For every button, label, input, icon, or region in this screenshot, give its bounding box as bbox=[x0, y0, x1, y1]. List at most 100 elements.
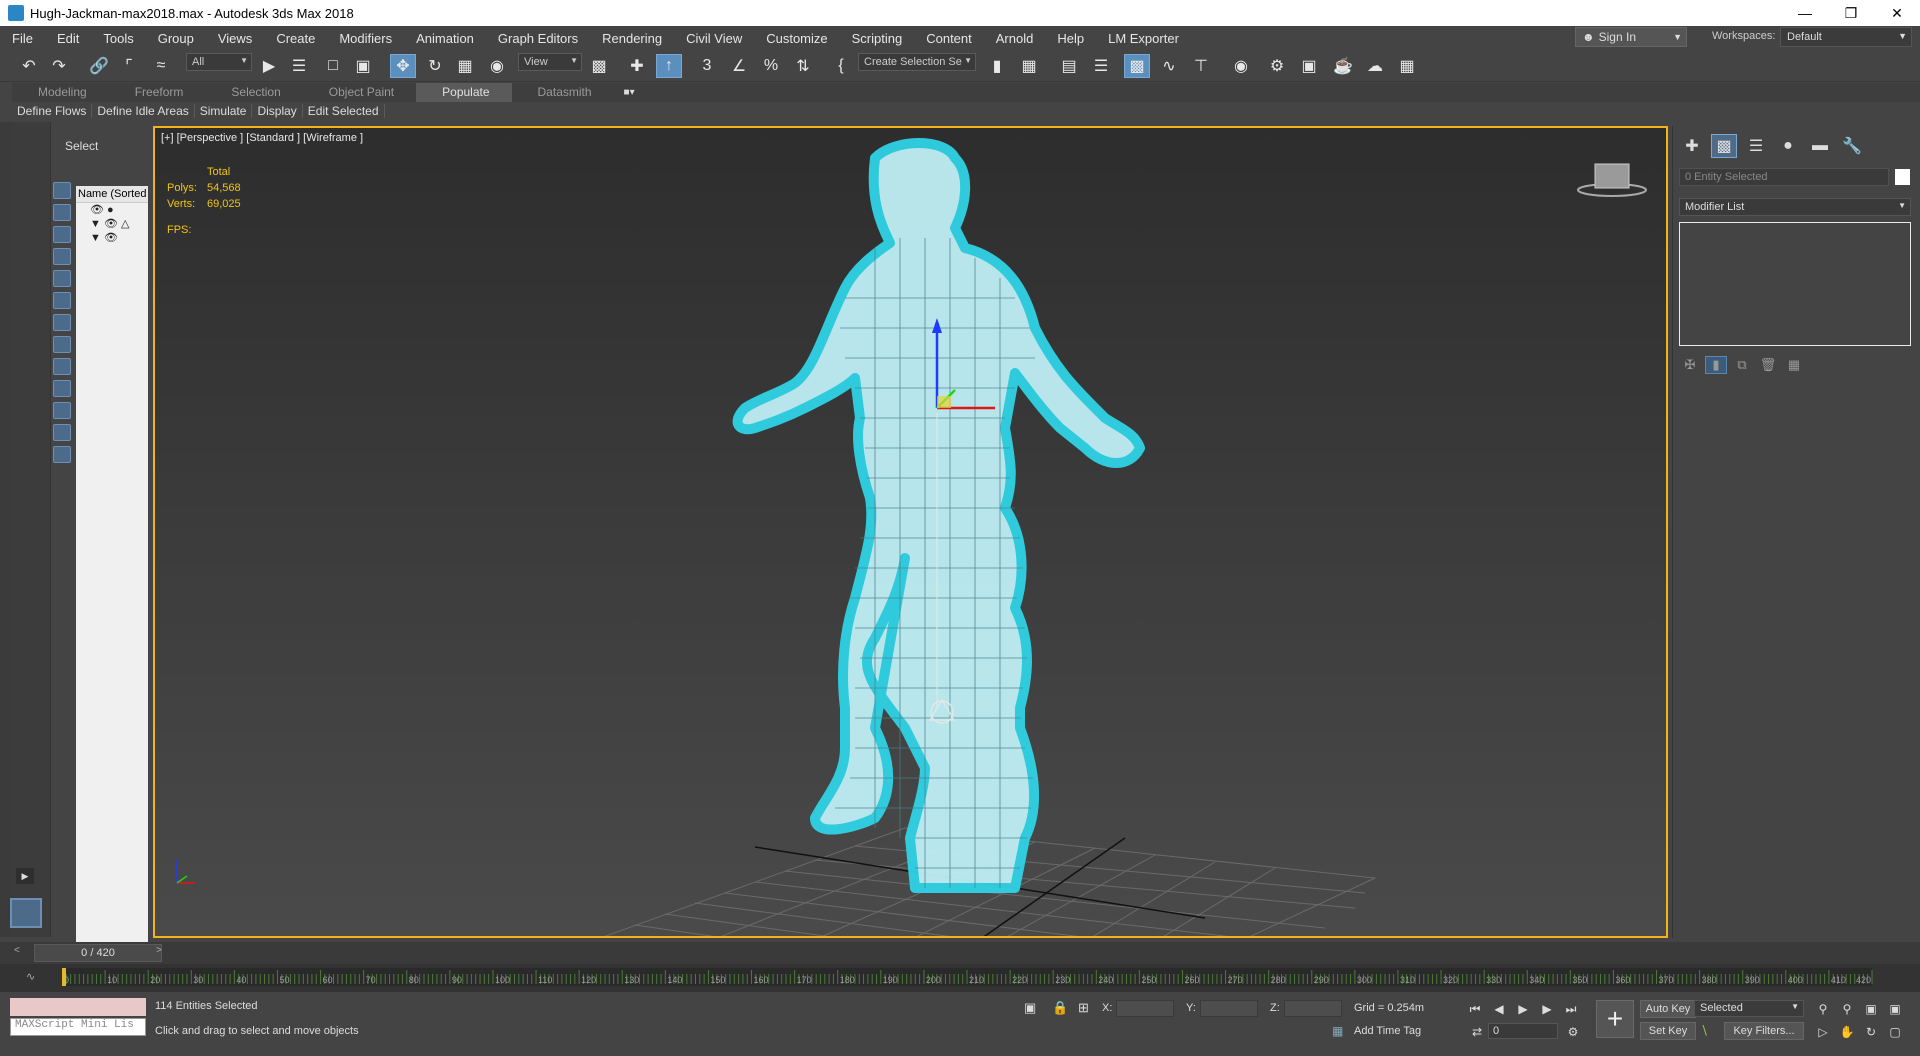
make-unique-icon[interactable]: ⧉ bbox=[1731, 356, 1753, 374]
window-crossing-icon[interactable]: ▣ bbox=[350, 54, 376, 78]
render-production-icon[interactable]: ☕ bbox=[1330, 54, 1356, 78]
set-key-button[interactable]: Set Key bbox=[1640, 1022, 1696, 1040]
toggle-layer-explorer-icon[interactable]: ☰ bbox=[1088, 54, 1114, 78]
display-cameras-icon[interactable] bbox=[53, 270, 71, 287]
key-mode-dropdown[interactable]: Selected ▼ bbox=[1694, 1000, 1804, 1017]
menu-lm-exporter[interactable]: LM Exporter bbox=[1096, 31, 1191, 46]
toggle-ribbon-icon[interactable]: ▩ bbox=[1124, 54, 1150, 78]
spinner-snap-icon[interactable]: ⇅ bbox=[790, 54, 816, 78]
key-filters-button[interactable]: Key Filters... bbox=[1724, 1022, 1804, 1040]
ribbon-options-icon[interactable]: ■▾ bbox=[624, 87, 635, 98]
menu-modifiers[interactable]: Modifiers bbox=[327, 31, 404, 46]
object-color-swatch[interactable] bbox=[1895, 169, 1910, 185]
tab-datasmith[interactable]: Datasmith bbox=[512, 83, 614, 102]
previous-key-icon[interactable]: ◀ bbox=[1490, 1000, 1508, 1018]
modifier-stack[interactable] bbox=[1679, 222, 1911, 346]
menu-help[interactable]: Help bbox=[1045, 31, 1096, 46]
select-and-place-icon[interactable]: ◉ bbox=[484, 54, 510, 78]
add-time-tag-icon[interactable]: ▦ bbox=[1332, 1024, 1343, 1038]
tab-modeling[interactable]: Modeling bbox=[12, 83, 109, 102]
reference-coordinate-dropdown[interactable]: View ▼ bbox=[518, 53, 582, 71]
link-icon[interactable]: 🔗 bbox=[86, 54, 112, 78]
select-and-move-icon[interactable]: ✥ bbox=[390, 54, 416, 78]
menu-file[interactable]: File bbox=[0, 31, 45, 46]
display-lights-icon[interactable] bbox=[53, 248, 71, 265]
menu-group[interactable]: Group bbox=[146, 31, 206, 46]
current-frame-field[interactable]: 0 bbox=[1488, 1023, 1558, 1039]
menu-create[interactable]: Create bbox=[264, 31, 327, 46]
display-bones-icon[interactable] bbox=[53, 380, 71, 397]
display-geometry-icon[interactable] bbox=[53, 204, 71, 221]
render-in-cloud-icon[interactable]: ☁ bbox=[1362, 54, 1388, 78]
manipulate-icon[interactable]: ✚ bbox=[624, 54, 650, 78]
edit-selected-button[interactable]: Edit Selected bbox=[303, 104, 385, 118]
tab-object-paint[interactable]: Object Paint bbox=[303, 83, 416, 102]
set-keys-icon[interactable]: + bbox=[1596, 1000, 1634, 1038]
menu-animation[interactable]: Animation bbox=[404, 31, 486, 46]
bind-spacewarp-icon[interactable]: ≈ bbox=[148, 54, 174, 78]
unlink-icon[interactable]: ⌜ bbox=[116, 54, 142, 78]
keyboard-shortcut-override-icon[interactable]: ↑ bbox=[656, 54, 682, 78]
list-item[interactable]: ▼ 👁 △ bbox=[76, 217, 148, 231]
menu-content[interactable]: Content bbox=[914, 31, 984, 46]
pivot-center-icon[interactable]: ▩ bbox=[586, 54, 612, 78]
define-idle-areas-button[interactable]: Define Idle Areas bbox=[92, 104, 195, 118]
menu-arnold[interactable]: Arnold bbox=[984, 31, 1046, 46]
minimize-button[interactable]: — bbox=[1782, 0, 1828, 26]
modifier-list-dropdown[interactable]: Modifier List ▼ bbox=[1679, 198, 1911, 216]
viewport-layout-icon[interactable] bbox=[10, 898, 42, 928]
snaps-toggle-icon[interactable]: 3 bbox=[694, 54, 720, 78]
percent-snap-icon[interactable]: % bbox=[758, 54, 784, 78]
display-frozen-icon[interactable] bbox=[53, 446, 71, 463]
zoom-extents-all-icon[interactable]: ▣ bbox=[1886, 1000, 1904, 1018]
rectangular-selection-icon[interactable]: □ bbox=[320, 54, 346, 78]
maxscript-mini-listener[interactable]: MAXScript Mini Lis bbox=[10, 1018, 146, 1036]
display-helpers-icon[interactable] bbox=[53, 292, 71, 309]
remove-modifier-icon[interactable]: 🗑 bbox=[1757, 356, 1779, 374]
align-icon[interactable]: ▦ bbox=[1016, 54, 1042, 78]
sign-in-button[interactable]: ☻ Sign In ▼ bbox=[1575, 27, 1687, 47]
zoom-all-icon[interactable]: ⚲ bbox=[1838, 1000, 1856, 1018]
next-key-icon[interactable]: ▶ bbox=[1538, 1000, 1556, 1018]
object-name-field[interactable]: 0 Entity Selected bbox=[1679, 168, 1889, 186]
curve-editor-icon[interactable]: ∿ bbox=[1156, 54, 1182, 78]
list-item[interactable]: 👁 ● bbox=[76, 203, 148, 217]
orbit-icon[interactable]: ↻ bbox=[1862, 1023, 1880, 1041]
configure-modifier-sets-icon[interactable]: ▦ bbox=[1783, 356, 1805, 374]
field-of-view-icon[interactable]: ▷ bbox=[1814, 1023, 1832, 1041]
motion-tab-icon[interactable]: ● bbox=[1775, 134, 1801, 158]
menu-customize[interactable]: Customize bbox=[754, 31, 839, 46]
rendered-frame-window-icon[interactable]: ▣ bbox=[1296, 54, 1322, 78]
tab-populate[interactable]: Populate bbox=[416, 83, 512, 102]
create-tab-icon[interactable]: ✚ bbox=[1679, 134, 1705, 158]
display-tab-icon[interactable]: ▬ bbox=[1807, 134, 1833, 158]
scene-object-list[interactable]: Name (Sorted A 👁 ● ▼ 👁 △ ▼ 👁 bbox=[76, 186, 148, 972]
perspective-viewport[interactable]: [+] [Perspective ] [Standard ] [Wirefram… bbox=[153, 126, 1668, 938]
close-button[interactable]: ✕ bbox=[1874, 0, 1920, 26]
zoom-icon[interactable]: ⚲ bbox=[1814, 1000, 1832, 1018]
go-to-start-icon[interactable]: ⏮ bbox=[1466, 1000, 1484, 1018]
time-slider-thumb[interactable]: 0 / 420 bbox=[34, 944, 162, 962]
angle-snap-icon[interactable]: ∠ bbox=[726, 54, 752, 78]
display-xrefs-icon[interactable] bbox=[53, 358, 71, 375]
mirror-icon[interactable]: ▮ bbox=[984, 54, 1010, 78]
edit-named-selection-icon[interactable]: { bbox=[828, 54, 854, 78]
toggle-scene-explorer-icon[interactable]: ▤ bbox=[1056, 54, 1082, 78]
named-selection-dropdown[interactable]: Create Selection Se ▼ bbox=[858, 53, 976, 71]
redo-icon[interactable]: ↷ bbox=[46, 54, 72, 78]
expand-arrow-icon[interactable]: ▶ bbox=[16, 868, 34, 884]
menu-graph-editors[interactable]: Graph Editors bbox=[486, 31, 590, 46]
isolate-selection-icon[interactable]: ▣ bbox=[1024, 1000, 1036, 1016]
key-mode-toggle-icon[interactable]: ⇄ bbox=[1468, 1023, 1486, 1041]
display-groups-icon[interactable] bbox=[53, 336, 71, 353]
modify-tab-icon[interactable]: ▩ bbox=[1711, 134, 1737, 158]
display-containers-icon[interactable] bbox=[53, 402, 71, 419]
add-time-tag[interactable]: Add Time Tag bbox=[1354, 1025, 1421, 1037]
display-none-icon[interactable] bbox=[53, 182, 71, 199]
auto-key-button[interactable]: Auto Key bbox=[1640, 1000, 1696, 1018]
select-and-scale-icon[interactable]: ▦ bbox=[452, 54, 478, 78]
curve-editor-toggle-icon[interactable]: ∿ bbox=[26, 970, 35, 983]
maximize-viewport-icon[interactable]: ▢ bbox=[1886, 1023, 1904, 1041]
menu-scripting[interactable]: Scripting bbox=[840, 31, 915, 46]
time-configuration-icon[interactable]: ⚙ bbox=[1564, 1023, 1582, 1041]
